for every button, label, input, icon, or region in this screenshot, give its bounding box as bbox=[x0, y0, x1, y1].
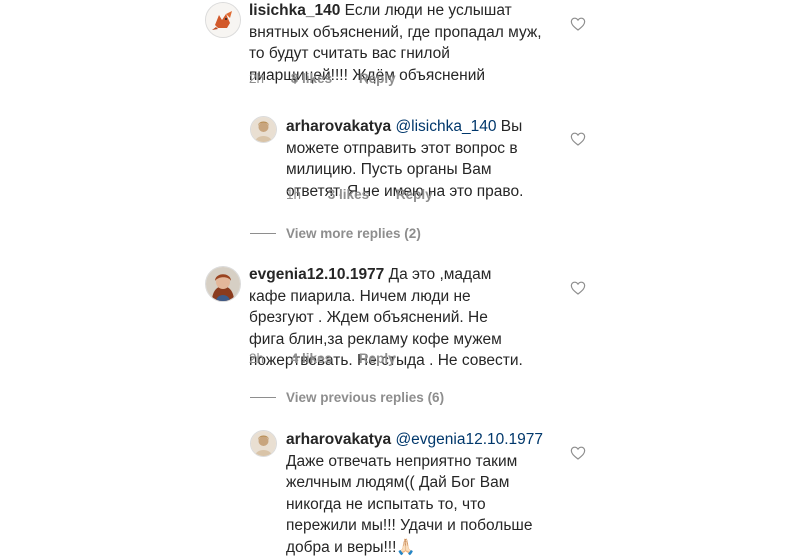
portrait-avatar-icon[interactable] bbox=[250, 430, 277, 457]
likes-count[interactable]: 8 likes bbox=[291, 71, 332, 86]
comment-meta: 1h 3 likes Reply bbox=[286, 187, 456, 202]
username[interactable]: lisichka_140 bbox=[249, 2, 340, 19]
view-previous-replies-label[interactable]: View previous replies (6) bbox=[286, 390, 444, 405]
divider-line bbox=[250, 397, 276, 398]
mention-link[interactable]: @evgenia12.10.1977 bbox=[395, 431, 543, 448]
likes-count[interactable]: 3 likes bbox=[328, 187, 369, 202]
comment-text: arharovakatya @evgenia12.10.1977 Даже от… bbox=[286, 429, 548, 558]
view-more-replies-label[interactable]: View more replies (2) bbox=[286, 226, 421, 241]
like-heart-icon[interactable] bbox=[570, 131, 586, 147]
username[interactable]: arharovakatya bbox=[286, 431, 391, 448]
reply-button[interactable]: Reply bbox=[396, 187, 433, 202]
mention-link[interactable]: @lisichka_140 bbox=[395, 118, 496, 135]
fox-avatar-icon[interactable] bbox=[205, 2, 241, 38]
portrait-avatar-icon[interactable] bbox=[250, 116, 277, 143]
view-more-replies-button[interactable]: View more replies (2) bbox=[250, 226, 421, 241]
username[interactable]: arharovakatya bbox=[286, 118, 391, 135]
like-heart-icon[interactable] bbox=[570, 445, 586, 461]
comment-time: 2h bbox=[249, 71, 265, 86]
like-heart-icon[interactable] bbox=[570, 16, 586, 32]
comment-meta: 2h 4 likes Reply bbox=[249, 351, 419, 366]
comment-time: 1h bbox=[286, 187, 302, 202]
reply-button[interactable]: Reply bbox=[359, 71, 396, 86]
portrait-avatar-icon[interactable] bbox=[205, 266, 241, 302]
view-previous-replies-button[interactable]: View previous replies (6) bbox=[250, 390, 444, 405]
likes-count[interactable]: 4 likes bbox=[291, 351, 332, 366]
comment-meta: 2h 8 likes Reply bbox=[249, 71, 419, 86]
comment-body: Даже отвечать неприятно таким желчным лю… bbox=[286, 452, 533, 556]
comment-time: 2h bbox=[249, 351, 265, 366]
like-heart-icon[interactable] bbox=[570, 280, 586, 296]
divider-line bbox=[250, 233, 276, 234]
reply-button[interactable]: Reply bbox=[359, 351, 396, 366]
username[interactable]: evgenia12.10.1977 bbox=[249, 266, 384, 283]
